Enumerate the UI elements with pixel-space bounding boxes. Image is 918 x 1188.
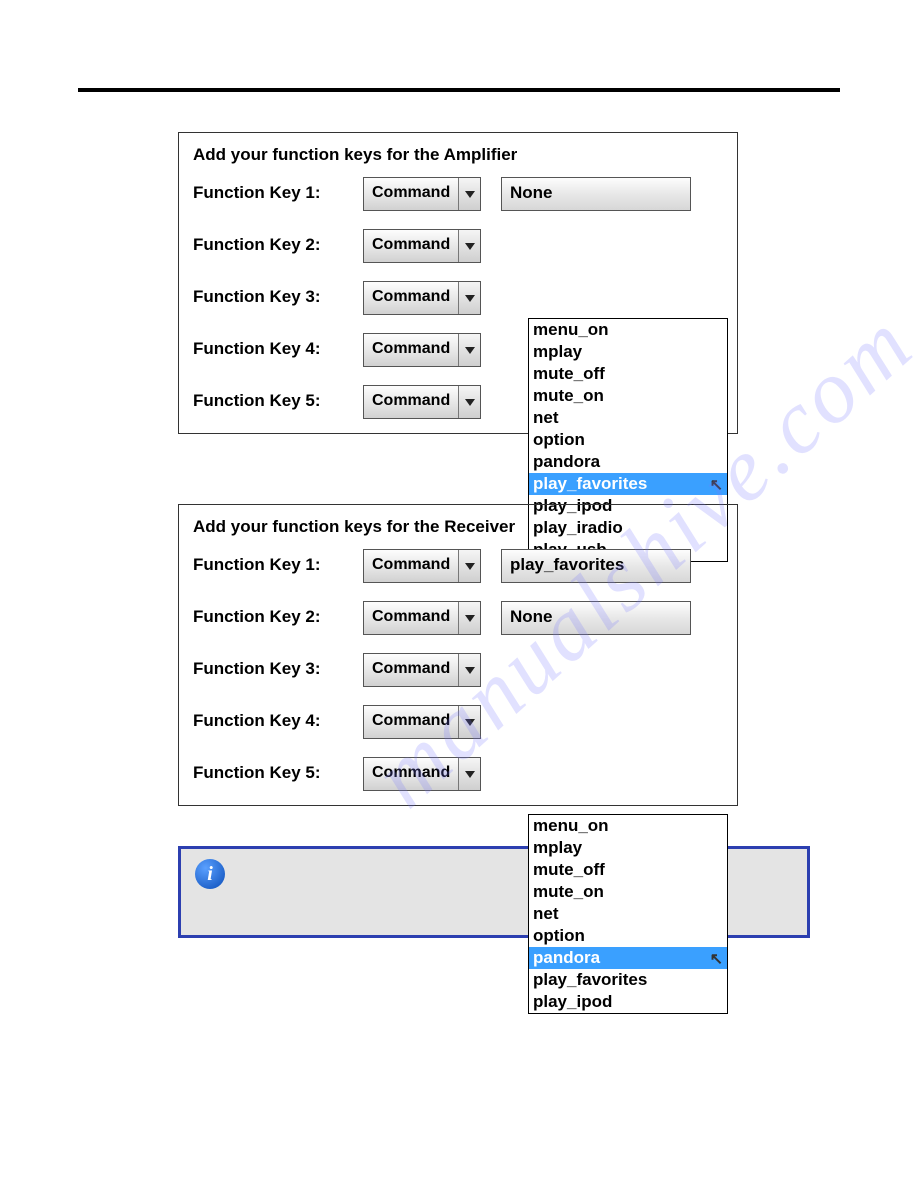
panel-receiver-title: Add your function keys for the Receiver bbox=[193, 517, 723, 537]
cursor-icon: ↖ bbox=[710, 475, 723, 497]
r-fk4-row: Function Key 4: Command bbox=[193, 705, 723, 739]
r-fk1-value[interactable]: play_favorites bbox=[501, 549, 691, 583]
fk5-label: Function Key 5: bbox=[193, 385, 363, 411]
list-option[interactable]: pandora bbox=[529, 451, 727, 473]
r-fk1-row: Function Key 1: Command play_favorites bbox=[193, 549, 723, 583]
chevron-down-icon bbox=[465, 243, 475, 250]
receiver-options-listbox[interactable]: menu_onmplaymute_offmute_onnetoptionpand… bbox=[528, 814, 728, 1014]
fk5-dropdown[interactable]: Command bbox=[363, 385, 481, 419]
r-fk2-row: Function Key 2: Command None bbox=[193, 601, 723, 635]
r-fk4-dropdown[interactable]: Command bbox=[363, 705, 481, 739]
fk4-dropdown[interactable]: Command bbox=[363, 333, 481, 367]
panel-receiver: Add your function keys for the Receiver … bbox=[178, 504, 738, 806]
chevron-down-icon bbox=[465, 563, 475, 570]
top-rule bbox=[78, 88, 840, 92]
r-fk3-dropdown[interactable]: Command bbox=[363, 653, 481, 687]
list-option[interactable]: play_ipod bbox=[529, 991, 727, 1013]
r-fk3-label: Function Key 3: bbox=[193, 653, 363, 679]
fk2-dropdown[interactable]: Command bbox=[363, 229, 481, 263]
list-option[interactable]: menu_on bbox=[529, 815, 727, 837]
list-option[interactable]: mute_on bbox=[529, 881, 727, 903]
cursor-icon: ↖ bbox=[710, 949, 723, 971]
r-fk5-label: Function Key 5: bbox=[193, 757, 363, 783]
list-option[interactable]: option bbox=[529, 429, 727, 451]
r-fk2-dropdown[interactable]: Command bbox=[363, 601, 481, 635]
list-option[interactable]: play_favorites↖ bbox=[529, 473, 727, 495]
r-fk3-row: Function Key 3: Command bbox=[193, 653, 723, 687]
list-option[interactable]: play_favorites bbox=[529, 969, 727, 991]
chevron-down-icon bbox=[465, 667, 475, 674]
r-fk5-dropdown[interactable]: Command bbox=[363, 757, 481, 791]
list-option[interactable]: mute_off bbox=[529, 859, 727, 881]
fk2-row: Function Key 2: Command bbox=[193, 229, 723, 263]
chevron-down-icon bbox=[465, 771, 475, 778]
info-icon: i bbox=[195, 859, 225, 889]
list-option[interactable]: menu_on bbox=[529, 319, 727, 341]
chevron-down-icon bbox=[465, 191, 475, 198]
r-fk1-dropdown[interactable]: Command bbox=[363, 549, 481, 583]
fk1-label: Function Key 1: bbox=[193, 177, 363, 203]
fk1-dropdown-button[interactable] bbox=[458, 178, 480, 210]
list-option[interactable]: mute_off bbox=[529, 363, 727, 385]
chevron-down-icon bbox=[465, 615, 475, 622]
fk3-label: Function Key 3: bbox=[193, 281, 363, 307]
fk4-label: Function Key 4: bbox=[193, 333, 363, 359]
chevron-down-icon bbox=[465, 719, 475, 726]
panel-amplifier-title: Add your function keys for the Amplifier bbox=[193, 145, 723, 165]
list-option[interactable]: mplay bbox=[529, 341, 727, 363]
list-option[interactable]: mute_on bbox=[529, 385, 727, 407]
fk1-dropdown[interactable]: Command bbox=[363, 177, 481, 211]
fk3-row: Function Key 3: Command bbox=[193, 281, 723, 315]
list-option[interactable]: net bbox=[529, 903, 727, 925]
r-fk2-label: Function Key 2: bbox=[193, 601, 363, 627]
list-option[interactable]: option bbox=[529, 925, 727, 947]
chevron-down-icon bbox=[465, 347, 475, 354]
chevron-down-icon bbox=[465, 399, 475, 406]
r-fk1-label: Function Key 1: bbox=[193, 549, 363, 575]
list-option[interactable]: pandora↖ bbox=[529, 947, 727, 969]
fk1-value[interactable]: None bbox=[501, 177, 691, 211]
fk1-row: Function Key 1: Command None bbox=[193, 177, 723, 211]
list-option[interactable]: net bbox=[529, 407, 727, 429]
fk3-dropdown[interactable]: Command bbox=[363, 281, 481, 315]
r-fk4-label: Function Key 4: bbox=[193, 705, 363, 731]
fk2-label: Function Key 2: bbox=[193, 229, 363, 255]
r-fk5-row: Function Key 5: Command bbox=[193, 757, 723, 791]
chevron-down-icon bbox=[465, 295, 475, 302]
fk1-dropdown-text: Command bbox=[364, 178, 458, 210]
r-fk2-value[interactable]: None bbox=[501, 601, 691, 635]
list-option[interactable]: mplay bbox=[529, 837, 727, 859]
